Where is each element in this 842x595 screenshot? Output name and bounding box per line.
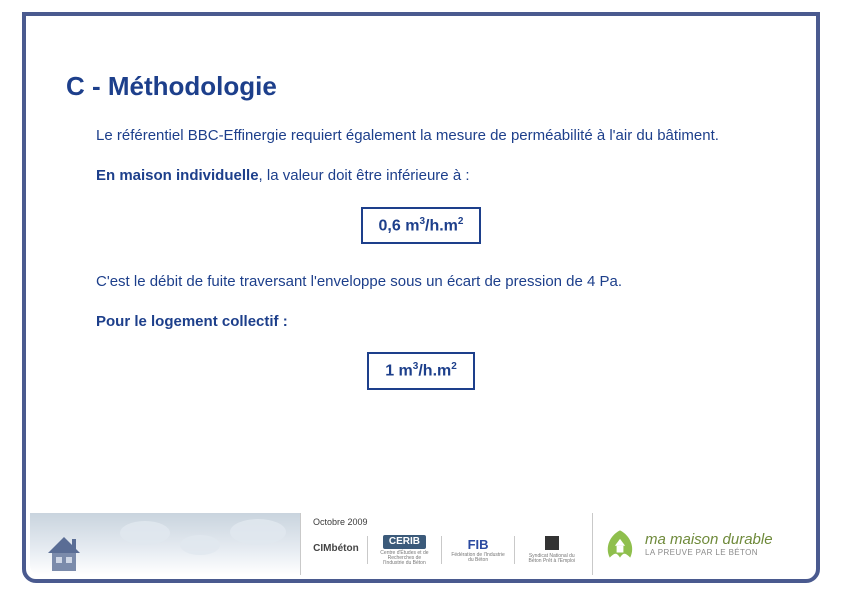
value2-pre: 1 m [385, 363, 413, 380]
value-box-house: 0,6 m3/h.m2 [361, 207, 482, 244]
value-box-row-1: 0,6 m3/h.m2 [66, 207, 776, 244]
logo-fib-label: FIB [468, 538, 489, 551]
logo-snbpe-sub: Syndicat National du Béton Prêt à l'Empl… [524, 554, 580, 564]
footer-brand: ma maison durable LA PREUVE PAR LE BÉTON [592, 513, 812, 575]
logo-cimbeton-label: CIMbéton [313, 544, 359, 554]
value1-pre: 0,6 m [379, 217, 420, 234]
value2-mid: /h.m [418, 363, 451, 380]
collectif-heading: Pour le logement collectif : [96, 312, 776, 332]
slide-frame: C - Méthodologie Le référentiel BBC-Effi… [22, 12, 820, 583]
divider [367, 536, 368, 564]
footer-logo-row: CIMbéton CERIB Centre d'Études et de Rec… [301, 529, 592, 575]
page-title: C - Méthodologie [66, 71, 776, 102]
divider [514, 536, 515, 564]
house-context-rest: , la valeur doit être inférieure à : [259, 167, 470, 184]
logo-cerib-sub: Centre d'Études et de Recherches de l'In… [376, 551, 432, 566]
cloud-icon [230, 519, 286, 545]
logo-cerib-label: CERIB [383, 535, 426, 549]
logo-fib: FIB Fédération de l'Industrie du Béton [450, 538, 506, 563]
intro-paragraph: Le référentiel BBC-Effinergie requiert é… [96, 126, 776, 146]
cloud-icon [180, 535, 220, 555]
logo-cimbeton: CIMbéton [313, 544, 359, 556]
value2-sup2: 2 [451, 361, 457, 372]
leaf-house-icon [603, 527, 637, 561]
divider [441, 536, 442, 564]
value1-sup2: 2 [458, 216, 464, 227]
logo-fib-sub: Fédération de l'Industrie du Béton [450, 553, 506, 563]
logo-cerib: CERIB Centre d'Études et de Recherches d… [376, 535, 432, 566]
value-box-collectif: 1 m3/h.m2 [367, 352, 475, 389]
footer-illustration [30, 513, 300, 575]
logo-snbpe: Syndicat National du Béton Prêt à l'Empl… [524, 536, 580, 564]
value-box-row-2: 1 m3/h.m2 [66, 352, 776, 389]
house-context: En maison individuelle, la valeur doit ê… [96, 166, 776, 186]
explain-paragraph: C'est le débit de fuite traversant l'env… [96, 272, 776, 292]
brand-line1: ma maison durable [645, 531, 773, 548]
brand-text: ma maison durable LA PREUVE PAR LE BÉTON [645, 531, 773, 557]
cloud-icon [120, 521, 170, 545]
house-context-bold: En maison individuelle [96, 167, 259, 184]
slide-content: C - Méthodologie Le référentiel BBC-Effi… [26, 16, 816, 390]
square-icon [545, 536, 559, 550]
brand-line2: LA PREUVE PAR LE BÉTON [645, 548, 773, 557]
footer: Octobre 2009 CIMbéton CERIB Centre d'Étu… [30, 513, 812, 575]
footer-date: Octobre 2009 [301, 513, 592, 529]
house-icon [42, 533, 86, 573]
footer-logos-section: Octobre 2009 CIMbéton CERIB Centre d'Étu… [300, 513, 592, 575]
value1-mid: /h.m [425, 217, 458, 234]
